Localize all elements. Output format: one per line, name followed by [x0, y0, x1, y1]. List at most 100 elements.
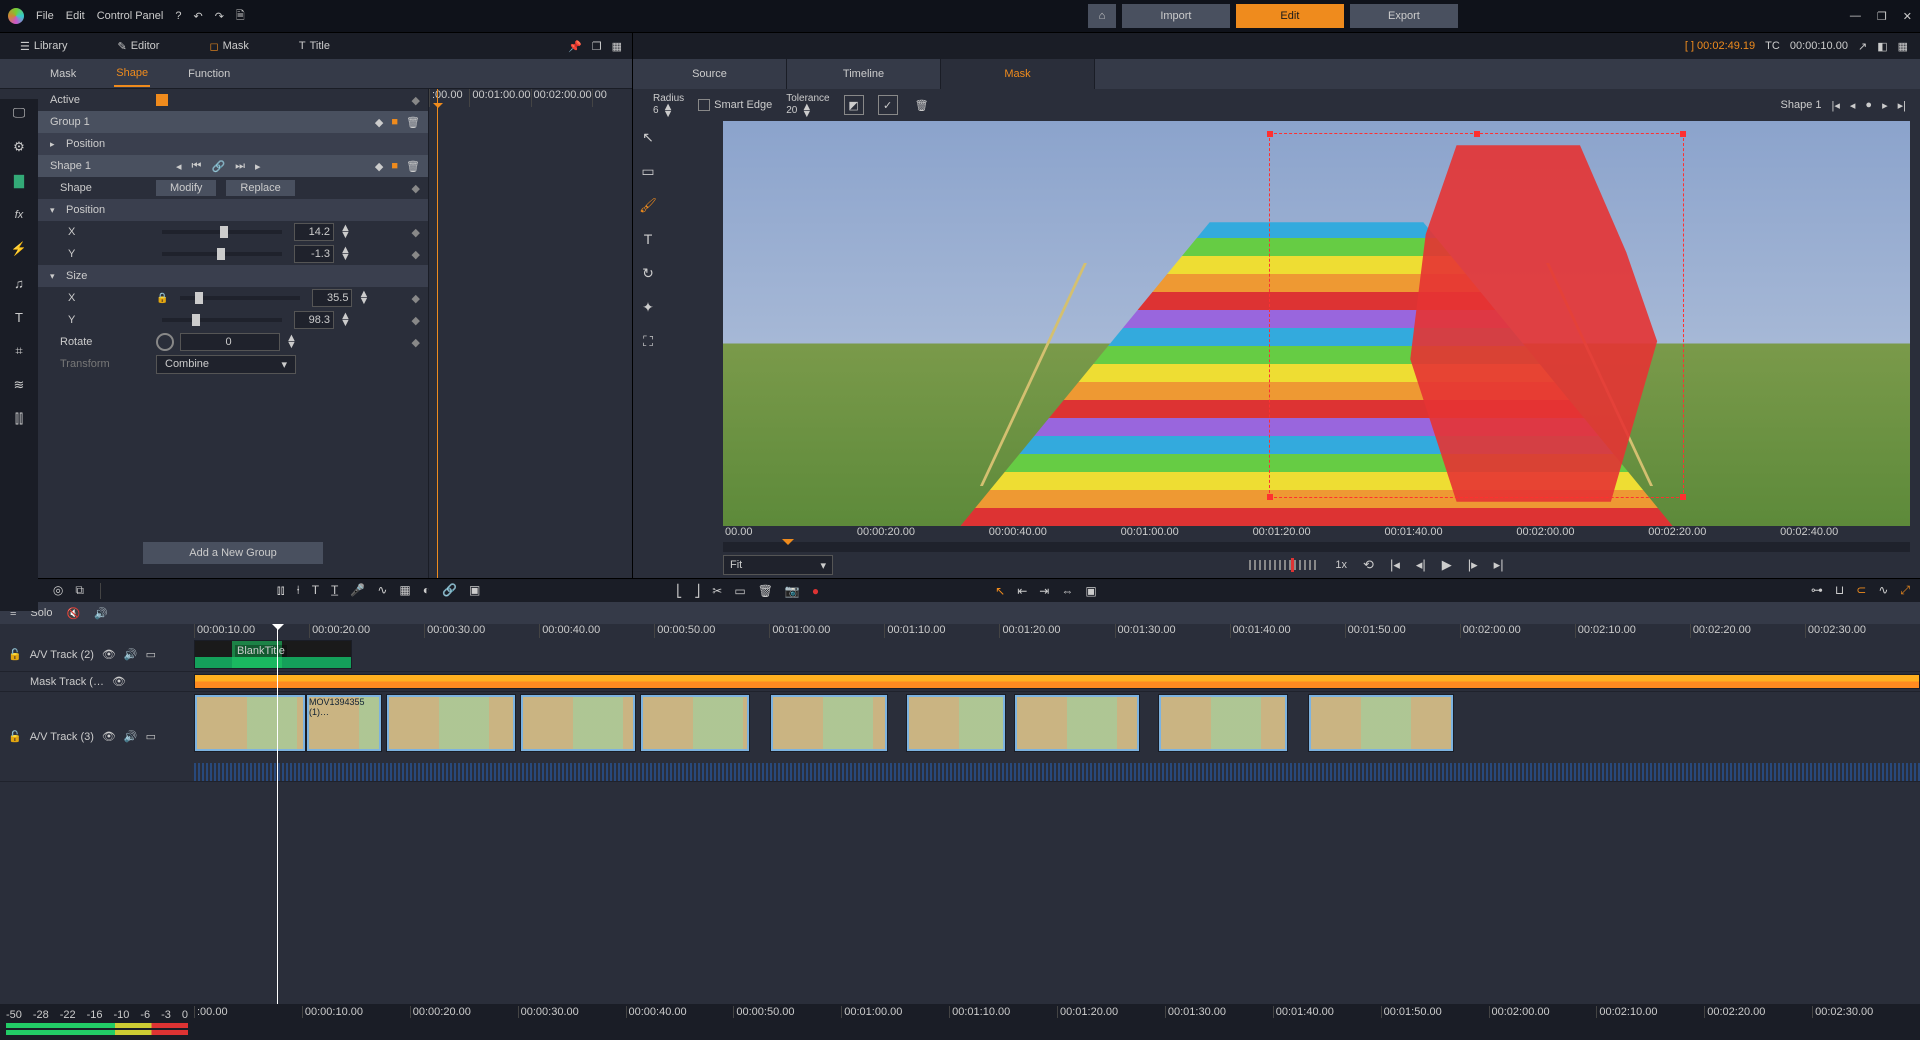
copy-icon[interactable]: ⧉ — [75, 583, 84, 598]
video-clip[interactable] — [1158, 694, 1288, 752]
brush-tool-icon[interactable]: 🖌 — [638, 195, 658, 215]
next-shape-icon[interactable]: ▸ — [1882, 99, 1888, 112]
next-kf-icon[interactable]: ▸ — [255, 160, 261, 173]
video-clip[interactable] — [640, 694, 750, 752]
size-y-slider[interactable] — [162, 318, 282, 322]
magnet-icon[interactable]: ⊔ — [1835, 583, 1844, 598]
transform-tool-icon[interactable]: ↻ — [638, 263, 658, 283]
tab-title[interactable]: TTitle — [299, 40, 330, 52]
play-icon[interactable]: ▶ — [1442, 557, 1452, 573]
keyframe-playhead[interactable] — [437, 89, 438, 578]
text-tool-icon[interactable]: T — [638, 229, 658, 249]
window-minimize-icon[interactable]: — — [1850, 10, 1861, 23]
keyframe-timeline[interactable]: :00.00 00:01:00.00 00:02:00.00 00 — [428, 89, 632, 578]
video-clip[interactable] — [520, 694, 636, 752]
modify-button[interactable]: Modify — [156, 180, 216, 196]
subtab-function[interactable]: Function — [186, 62, 232, 86]
audio-scrub-icon[interactable]: ∿ — [1878, 583, 1888, 598]
kf-diamond-icon[interactable]: ◆ — [375, 116, 383, 129]
spin-down-icon[interactable]: ▼ — [663, 111, 675, 118]
record-dot-icon[interactable]: ● — [812, 584, 819, 598]
size-x-slider[interactable] — [180, 296, 300, 300]
eye-icon[interactable]: 👁 — [102, 730, 116, 743]
window-close-icon[interactable]: ✕ — [1903, 10, 1912, 23]
lock-icon[interactable]: 🔓 — [8, 648, 22, 661]
layers-icon[interactable]: ≋ — [9, 375, 29, 395]
eye-icon[interactable]: 👁 — [112, 675, 126, 688]
title-clip[interactable]: BlankTitle — [194, 640, 352, 669]
crop-icon[interactable]: ⌗ — [9, 341, 29, 361]
zoom-fit-dropdown[interactable]: Fit▾ — [723, 555, 833, 575]
volume-icon[interactable]: 🔊 — [94, 607, 108, 620]
layout-icon[interactable]: ▦ — [1898, 40, 1908, 53]
trim-out-icon[interactable]: ⇥ — [1039, 584, 1049, 598]
step-fwd-icon[interactable]: ⏭ — [235, 160, 245, 173]
fit-timeline-icon[interactable]: ⤢ — [1900, 583, 1910, 598]
kf-diamond-icon[interactable]: ◆ — [375, 160, 383, 173]
text-icon[interactable]: T — [9, 307, 29, 327]
video-clip[interactable] — [906, 694, 1006, 752]
home-button[interactable]: ⌂ — [1088, 4, 1116, 28]
size-y-input[interactable] — [294, 311, 334, 329]
jog-wheel[interactable] — [1249, 560, 1319, 570]
text-icon[interactable]: T — [312, 583, 319, 598]
out-point-icon[interactable]: ⎦ — [694, 584, 700, 598]
collapse-icon[interactable]: ▾ — [50, 271, 60, 282]
menu-control-panel[interactable]: Control Panel — [97, 10, 164, 22]
document-icon[interactable]: 🗎 — [236, 7, 245, 26]
trim-in-icon[interactable]: ⇤ — [1017, 584, 1027, 598]
pos-y-slider[interactable] — [162, 252, 282, 256]
snap-icon[interactable]: ⊶ — [1811, 583, 1823, 598]
pos-x-input[interactable] — [294, 223, 334, 241]
select-tool-icon[interactable]: ↖ — [995, 584, 1005, 598]
video-clip[interactable] — [194, 694, 306, 752]
grid-icon[interactable]: ▦ — [399, 583, 410, 598]
record-icon[interactable]: ◎ — [53, 583, 63, 598]
razor-icon[interactable]: ✂ — [712, 584, 722, 598]
pos-x-slider[interactable] — [162, 230, 282, 234]
trash-icon[interactable]: 🗑 — [758, 584, 773, 598]
mode-edit[interactable]: Edit — [1236, 4, 1344, 28]
mic-icon[interactable]: 🎤 — [350, 583, 365, 598]
timeline-ruler[interactable]: 00:00:10.0000:00:20.0000:00:30.0000:00:4… — [194, 624, 1920, 638]
link-icon[interactable]: 🔗 — [442, 583, 457, 598]
scrub-playhead[interactable] — [782, 539, 794, 551]
pointer-tool-icon[interactable]: ↖ — [638, 127, 658, 147]
mode-import[interactable]: Import — [1122, 4, 1230, 28]
subtab-mask[interactable]: Mask — [48, 62, 78, 86]
lock-icon[interactable]: 🔒 — [156, 293, 168, 304]
size-x-input[interactable] — [312, 289, 352, 307]
trash-icon[interactable]: 🗑 — [912, 95, 932, 115]
spin-down-icon[interactable]: ▼ — [358, 298, 370, 305]
step-back-icon[interactable]: ◂| — [1416, 557, 1426, 573]
pin-icon[interactable]: 📌 — [568, 40, 582, 53]
tab-library[interactable]: ☰Library — [20, 40, 68, 53]
gear-icon[interactable]: ⚙ — [9, 137, 29, 157]
video-clip[interactable] — [1308, 694, 1454, 752]
panel-icon[interactable]: ◧ — [1877, 40, 1887, 53]
spin-down-icon[interactable]: ▼ — [340, 320, 352, 327]
expand-icon[interactable]: ▸ — [50, 139, 60, 150]
kf-toggle[interactable]: ◆ — [412, 292, 420, 305]
kf-toggle[interactable]: ◆ — [412, 248, 420, 261]
replace-button[interactable]: Replace — [226, 180, 294, 196]
mode-export[interactable]: Export — [1350, 4, 1458, 28]
spin-down-icon[interactable]: ▼ — [340, 254, 352, 261]
overview-ruler[interactable]: :00.0000:00:10.0000:00:20.0000:00:30.000… — [194, 1004, 1920, 1040]
step-back-icon[interactable]: ⏮ — [192, 160, 202, 173]
go-start-icon[interactable]: |◂ — [1390, 557, 1400, 573]
viewer-scrubber[interactable] — [723, 542, 1910, 552]
tab-editor[interactable]: ✎Editor — [118, 40, 160, 53]
preview-canvas[interactable] — [723, 121, 1910, 526]
crop-tool-icon[interactable]: ⛶ — [638, 331, 658, 351]
menu-edit[interactable]: Edit — [66, 10, 85, 22]
kf-square-icon[interactable]: ■ — [391, 116, 398, 129]
media-icon[interactable]: 🖵 — [9, 103, 29, 123]
loop-icon[interactable]: ⟲ — [1363, 557, 1374, 573]
video-clip[interactable] — [386, 694, 516, 752]
rotate-input[interactable] — [180, 333, 280, 351]
viewer-tab-timeline[interactable]: Timeline — [787, 59, 941, 89]
kf-square-icon[interactable]: ■ — [391, 160, 398, 173]
wand-tool-icon[interactable]: ✦ — [638, 297, 658, 317]
roll-icon[interactable]: ⇔ — [1061, 584, 1073, 598]
